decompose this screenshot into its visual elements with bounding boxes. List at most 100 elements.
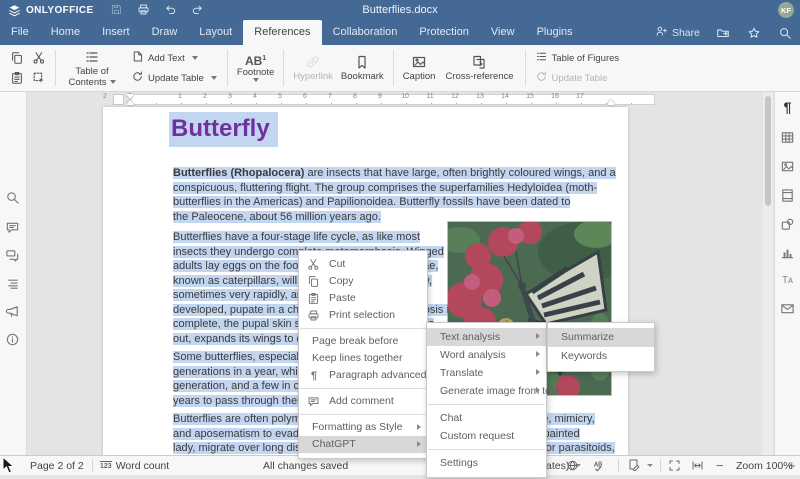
undo-button[interactable] — [164, 3, 178, 17]
ruler-number: 11 — [426, 93, 433, 100]
right-indent-marker[interactable] — [607, 99, 615, 105]
tab-stop-selector[interactable] — [113, 94, 124, 105]
chatgpt-item-generate-image-from-text[interactable]: Generate image from text — [427, 382, 546, 400]
caption-button[interactable]: Caption — [399, 51, 440, 85]
update-table-button[interactable]: Update Table — [131, 70, 217, 86]
about-icon[interactable] — [5, 332, 21, 348]
mailmerge-icon[interactable] — [780, 301, 796, 317]
chatgpt-item-custom-request[interactable]: Custom request — [427, 427, 546, 445]
favorite-star-icon[interactable] — [747, 26, 761, 40]
redo-button[interactable] — [191, 3, 205, 17]
vertical-scrollbar[interactable] — [763, 92, 773, 455]
menu-item-add-comment[interactable]: Add comment — [299, 393, 427, 410]
ruler-number: 15 — [526, 93, 534, 100]
textart-settings-icon[interactable]: Tᴀ — [780, 273, 796, 289]
tab-insert[interactable]: Insert — [91, 20, 141, 45]
document-heading[interactable]: Butterfly — [169, 115, 278, 143]
zoom-in-button[interactable]: + — [788, 456, 796, 475]
select-all-button[interactable] — [28, 68, 50, 88]
zoom-level[interactable]: Zoom 100% — [736, 456, 793, 475]
ruler-number: 1 — [178, 93, 182, 100]
feedback-icon[interactable] — [5, 304, 21, 320]
cross-reference-button[interactable]: Cross-reference — [439, 51, 519, 85]
chart-settings-icon[interactable] — [780, 245, 796, 261]
page-indicator[interactable]: Page 2 of 2 — [30, 456, 84, 475]
search-icon[interactable] — [778, 26, 792, 40]
menu-item-cut[interactable]: Cut — [299, 256, 427, 273]
tab-home[interactable]: Home — [40, 20, 91, 45]
menu-item-copy[interactable]: Copy — [299, 273, 427, 290]
tab-plugins[interactable]: Plugins — [526, 20, 584, 45]
menu-item-chatgpt[interactable]: ChatGPT — [299, 436, 427, 453]
tab-view[interactable]: View — [480, 20, 526, 45]
analysis-item-keywords[interactable]: Keywords — [548, 347, 654, 366]
text-line[interactable]: Butterflies have a four-stage life cycle… — [173, 230, 454, 245]
paragraph-settings-icon[interactable]: ¶ — [780, 100, 796, 116]
cut-button[interactable] — [28, 48, 50, 68]
app-logo: ONLYOFFICE — [0, 4, 110, 17]
chatgpt-item-translate[interactable]: Translate — [427, 364, 546, 382]
chatgpt-submenu: Text analysisWord analysisTranslateGener… — [426, 322, 547, 478]
horizontal-ruler[interactable]: 211234567891011121314151617 — [27, 92, 762, 106]
bookmark-button[interactable]: Bookmark — [337, 51, 388, 85]
print-button[interactable] — [137, 3, 151, 17]
update-table-figures-button[interactable]: Update Table — [535, 70, 620, 86]
navigation-icon[interactable] — [5, 276, 21, 292]
headerfooter-settings-icon[interactable] — [780, 188, 796, 204]
comment-icon — [307, 395, 321, 409]
menu-item-formatting-as-style[interactable]: Formatting as Style — [299, 419, 427, 436]
menu-item-page-break-before[interactable]: Page break before — [299, 333, 427, 350]
context-menu: CutCopyPastePrint selection Page break be… — [298, 250, 428, 459]
ruler-number: 3 — [228, 93, 232, 100]
word-count-button[interactable]: 123 Word count — [100, 456, 169, 475]
table-of-contents-button[interactable]: Table of Contents — [61, 46, 123, 90]
paragraph-1[interactable]: Butterflies (Rhopalocera) are insects th… — [173, 166, 616, 224]
left-indent-marker[interactable] — [126, 100, 134, 105]
menu-item-paste[interactable]: Paste — [299, 290, 427, 307]
submenu-arrow-icon — [536, 351, 540, 357]
tab-file[interactable]: File — [0, 20, 40, 45]
first-line-indent-marker[interactable] — [126, 94, 134, 99]
hyperlink-button[interactable]: Hyperlink — [289, 51, 337, 85]
spellcheck-icon[interactable] — [592, 456, 605, 475]
paste-button[interactable] — [6, 68, 28, 88]
chatgpt-item-text-analysis[interactable]: Text analysis — [427, 328, 546, 346]
menu-item-keep-lines-together[interactable]: Keep lines together — [299, 350, 427, 367]
copy-icon — [307, 275, 321, 289]
text-analysis-submenu: SummarizeKeywords — [547, 322, 655, 372]
tab-collaboration[interactable]: Collaboration — [322, 20, 409, 45]
copy-button[interactable] — [6, 48, 28, 68]
chat-icon[interactable] — [5, 248, 21, 264]
shape-settings-icon[interactable] — [780, 217, 796, 233]
table-of-figures-button[interactable]: Table of Figures — [535, 50, 620, 66]
scrollbar-thumb[interactable] — [765, 96, 771, 206]
tab-protection[interactable]: Protection — [408, 20, 480, 45]
fit-page-button[interactable] — [668, 456, 681, 475]
tab-layout[interactable]: Layout — [188, 20, 243, 45]
open-file-location-icon[interactable] — [716, 26, 730, 40]
text-line[interactable]: butterflies in the Americas) and Papilio… — [173, 195, 616, 210]
text-line[interactable]: conspicuous, fluttering flight. The grou… — [173, 181, 616, 196]
chatgpt-item-word-analysis[interactable]: Word analysis — [427, 346, 546, 364]
chatgpt-item-settings[interactable]: Settings — [427, 454, 546, 472]
comment-icon[interactable] — [5, 220, 21, 236]
share-button[interactable]: Share — [655, 25, 700, 41]
footnote-button[interactable]: AB1 Footnote — [233, 52, 279, 84]
image-settings-icon[interactable] — [780, 159, 796, 175]
user-avatar[interactable]: KF — [778, 2, 794, 18]
analysis-item-summarize[interactable]: Summarize — [548, 328, 654, 347]
table-settings-icon[interactable] — [780, 130, 796, 146]
tab-references[interactable]: References — [243, 20, 321, 45]
search-icon[interactable] — [5, 190, 21, 206]
text-line[interactable]: Butterflies (Rhopalocera) are insects th… — [173, 166, 616, 181]
tab-draw[interactable]: Draw — [141, 20, 189, 45]
menu-item-print-selection[interactable]: Print selection — [299, 307, 427, 324]
chatgpt-item-chat[interactable]: Chat — [427, 409, 546, 427]
document-language-icon[interactable] — [566, 456, 579, 475]
add-text-button[interactable]: Add Text — [131, 50, 217, 66]
menu-item-paragraph-advanced-settings[interactable]: ¶Paragraph advanced settings — [299, 367, 427, 384]
zoom-out-button[interactable]: − — [716, 456, 724, 475]
track-changes-button[interactable] — [628, 456, 653, 475]
fit-width-button[interactable] — [691, 456, 704, 475]
save-button[interactable] — [110, 3, 124, 17]
